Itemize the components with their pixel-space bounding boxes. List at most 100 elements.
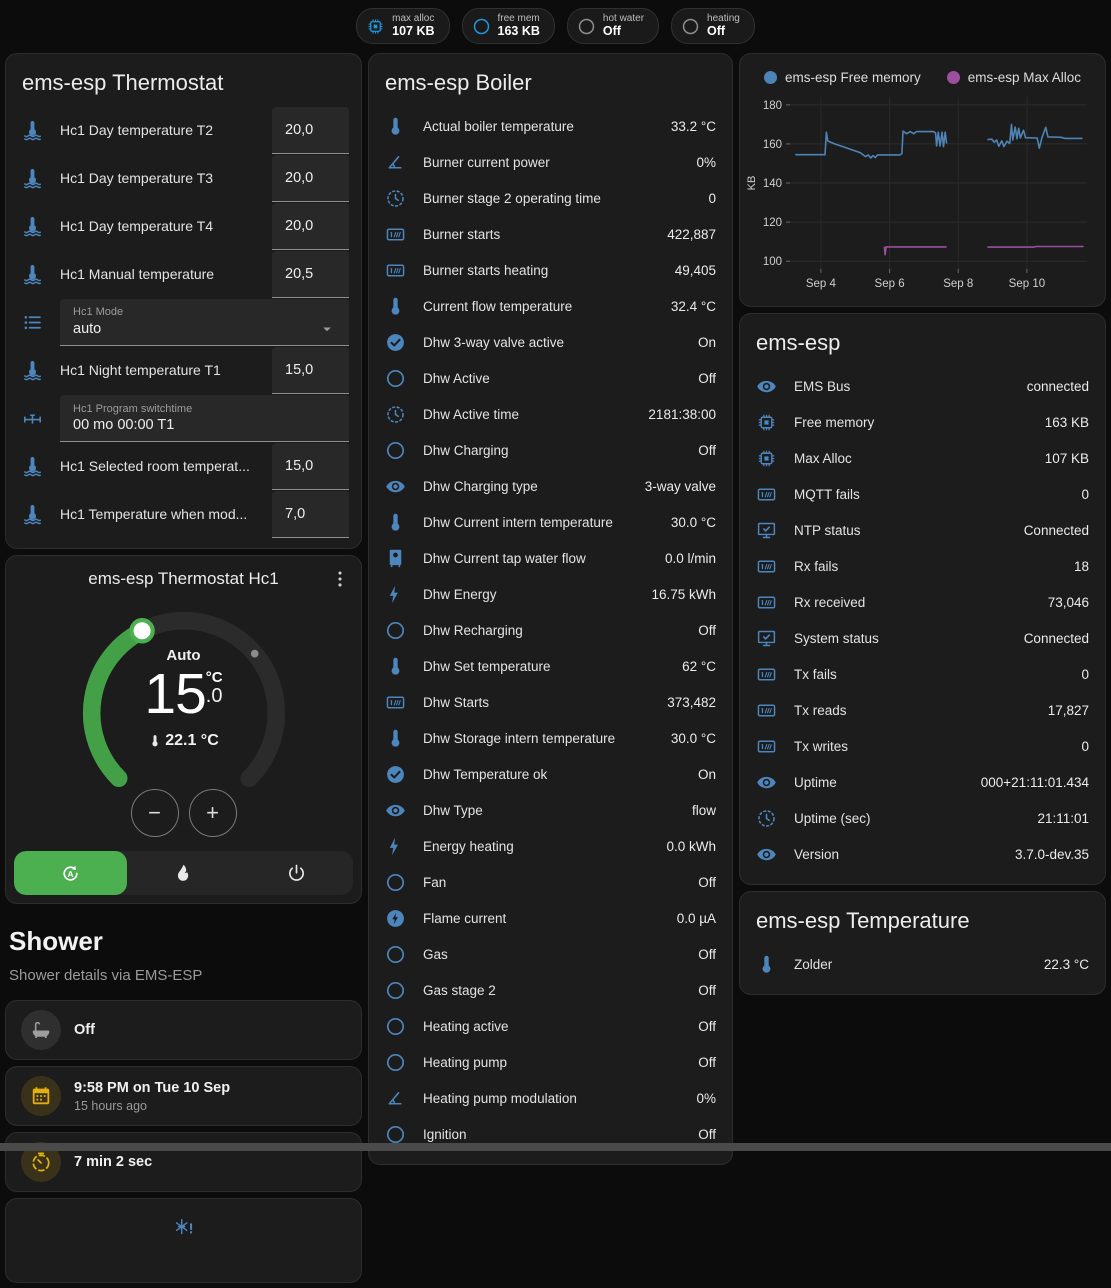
entity-row[interactable]: Burner stage 2 operating time 0 <box>369 180 732 216</box>
temp-increase-button[interactable]: + <box>189 789 237 837</box>
entity-row[interactable]: Hc1 Selected room temperat... 15,0 <box>6 442 361 490</box>
entity-value: 0.0 l/min <box>665 551 716 566</box>
entity-row[interactable]: Hc1 Night temperature T1 15,0 <box>6 346 361 394</box>
entity-row[interactable]: Gas Off <box>369 936 732 972</box>
entity-row[interactable]: Heating pump modulation 0% <box>369 1080 732 1116</box>
chip-value: 107 KB <box>392 25 434 38</box>
calendar-icon <box>21 1076 61 1116</box>
entity-row[interactable]: Actual boiler temperature 33.2 °C <box>369 108 732 144</box>
entity-value: On <box>698 335 716 350</box>
more-menu-icon[interactable] <box>329 568 351 590</box>
entity-row[interactable]: Dhw Recharging Off <box>369 612 732 648</box>
entity-row[interactable]: Dhw Current tap water flow 0.0 l/min <box>369 540 732 576</box>
number-input[interactable]: 15,0 <box>272 347 349 394</box>
number-input[interactable]: 20,0 <box>272 203 349 250</box>
hvac-mode-power-button[interactable] <box>240 851 353 895</box>
number-input[interactable]: 20,0 <box>272 107 349 154</box>
entity-label: Max Alloc <box>794 451 1028 466</box>
entity-row[interactable]: Dhw Energy 16.75 kWh <box>369 576 732 612</box>
hvac-mode-fire-button[interactable] <box>127 851 240 895</box>
entity-row[interactable]: Burner starts 422,887 <box>369 216 732 252</box>
thermostat-entities-card: ems-esp Thermostat Hc1 Day temperature T… <box>5 53 362 549</box>
entity-row[interactable]: System status Connected <box>740 620 1105 656</box>
entity-row[interactable]: Zolder 22.3 °C <box>740 946 1105 982</box>
entity-row[interactable]: Hc1 Manual temperature 20,5 <box>6 250 361 298</box>
entity-row[interactable]: Dhw Charging type 3-way valve <box>369 468 732 504</box>
entity-row[interactable]: Fan Off <box>369 864 732 900</box>
entity-row[interactable]: Dhw Set temperature 62 °C <box>369 648 732 684</box>
number-input[interactable]: 20,0 <box>272 155 349 202</box>
entity-row[interactable]: Burner current power 0% <box>369 144 732 180</box>
entity-row[interactable]: Dhw Current intern temperature 30.0 °C <box>369 504 732 540</box>
shower-info-card[interactable]: Off <box>5 1000 362 1060</box>
entity-label: Dhw Active time <box>423 407 631 422</box>
entity-row[interactable]: Version 3.7.0-dev.35 <box>740 836 1105 872</box>
dial-card-title: ems-esp Thermostat Hc1 <box>88 569 279 589</box>
status-chip[interactable]: max alloc 107 KB <box>356 8 449 44</box>
entity-row[interactable]: Rx fails 18 <box>740 548 1105 584</box>
monitor-icon <box>756 520 777 541</box>
entity-row[interactable]: Gas stage 2 Off <box>369 972 732 1008</box>
entity-row[interactable]: Heating active Off <box>369 1008 732 1044</box>
temp-decrease-button[interactable]: − <box>131 789 179 837</box>
thermometer-icon <box>756 954 777 975</box>
shower-heading: Shower <box>5 910 362 959</box>
hvac-mode-auto-mode-button[interactable]: A <box>14 851 127 895</box>
entity-row[interactable]: Hc1 Day temperature T2 20,0 <box>6 106 361 154</box>
entity-row[interactable]: Tx reads 17,827 <box>740 692 1105 728</box>
entity-row[interactable]: Current flow temperature 32.4 °C <box>369 288 732 324</box>
thermostat-dial[interactable]: Auto 15°C.0 22.1 °C − + <box>6 593 361 839</box>
status-chip[interactable]: heating Off <box>671 8 755 44</box>
entity-row[interactable]: Free memory 163 KB <box>740 404 1105 440</box>
horizontal-scrollbar[interactable] <box>0 1143 1111 1151</box>
status-chip[interactable]: hot water Off <box>567 8 659 44</box>
shower-info-card[interactable]: 9:58 PM on Tue 10 Sep 15 hours ago <box>5 1066 362 1126</box>
status-chip[interactable]: free mem 163 KB <box>462 8 555 44</box>
entity-value: 73,046 <box>1048 595 1089 610</box>
entity-row[interactable]: Hc1 Day temperature T4 20,0 <box>6 202 361 250</box>
entity-row[interactable]: Dhw Temperature ok On <box>369 756 732 792</box>
entity-row[interactable]: Dhw Starts 373,482 <box>369 684 732 720</box>
entity-row[interactable]: Dhw Type flow <box>369 792 732 828</box>
entity-row[interactable]: EMS Bus connected <box>740 368 1105 404</box>
entity-row[interactable]: NTP status Connected <box>740 512 1105 548</box>
entity-value: Connected <box>1024 523 1089 538</box>
entity-row[interactable]: Hc1 Program switchtime 00 mo 00:00 T1 <box>6 394 361 442</box>
entity-row[interactable]: Dhw Charging Off <box>369 432 732 468</box>
entity-row[interactable]: Dhw 3-way valve active On <box>369 324 732 360</box>
entity-value: Off <box>698 623 716 638</box>
shower-frozen-card[interactable] <box>5 1198 362 1283</box>
entity-label: Hc1 Selected room temperat... <box>60 458 255 474</box>
entity-value: Off <box>698 1055 716 1070</box>
legend-item[interactable]: ems-esp Free memory <box>764 70 921 85</box>
entity-row[interactable]: Uptime 000+21:11:01.434 <box>740 764 1105 800</box>
entity-row[interactable]: Energy heating 0.0 kWh <box>369 828 732 864</box>
entity-row[interactable]: Flame current 0.0 µA <box>369 900 732 936</box>
entity-row[interactable]: Tx writes 0 <box>740 728 1105 764</box>
entity-row[interactable]: Hc1 Temperature when mod... 7,0 <box>6 490 361 538</box>
entity-row[interactable]: MQTT fails 0 <box>740 476 1105 512</box>
number-input[interactable]: 15,0 <box>272 443 349 490</box>
entity-row[interactable]: Heating pump Off <box>369 1044 732 1080</box>
entity-row[interactable]: Hc1 Day temperature T3 20,0 <box>6 154 361 202</box>
entity-row[interactable]: Uptime (sec) 21:11:01 <box>740 800 1105 836</box>
esp-status-card: ems-esp EMS Bus connected Free memory 16… <box>739 313 1106 885</box>
entity-row[interactable]: Dhw Storage intern temperature 30.0 °C <box>369 720 732 756</box>
setpoint-knob[interactable] <box>131 620 152 641</box>
entity-value: 17,827 <box>1048 703 1089 718</box>
entity-row[interactable]: Hc1 Mode auto <box>6 298 361 346</box>
dial-readout: Auto 15°C.0 22.1 °C <box>6 647 361 750</box>
entity-row[interactable]: Burner starts heating 49,405 <box>369 252 732 288</box>
text-input[interactable]: Hc1 Program switchtime 00 mo 00:00 T1 <box>60 395 349 442</box>
entity-row[interactable]: Dhw Active time 2181:38:00 <box>369 396 732 432</box>
entity-row[interactable]: Rx received 73,046 <box>740 584 1105 620</box>
current-temperature: 22.1 °C <box>6 732 361 750</box>
number-input[interactable]: 7,0 <box>272 491 349 538</box>
legend-item[interactable]: ems-esp Max Alloc <box>947 70 1081 85</box>
number-input[interactable]: 20,5 <box>272 251 349 298</box>
entity-row[interactable]: Max Alloc 107 KB <box>740 440 1105 476</box>
entity-row[interactable]: Tx fails 0 <box>740 656 1105 692</box>
select-input[interactable]: Hc1 Mode auto <box>60 299 349 346</box>
entity-row[interactable]: Dhw Active Off <box>369 360 732 396</box>
shower-info-card[interactable]: 7 min 2 sec <box>5 1132 362 1192</box>
